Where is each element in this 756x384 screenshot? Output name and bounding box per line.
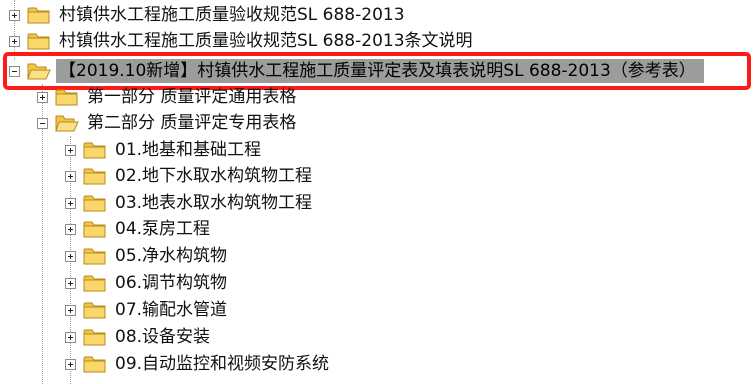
folder-icon	[83, 168, 106, 185]
expand-toggle-icon[interactable]	[65, 277, 76, 289]
tree-item-02[interactable]: 02.地下水取水构筑物工程	[65, 163, 315, 189]
expand-toggle-icon[interactable]	[65, 250, 76, 262]
folder-icon	[83, 248, 106, 265]
expand-toggle-icon[interactable]	[9, 35, 20, 47]
tree-item-label: 01.地基和基础工程	[115, 140, 262, 160]
folder-icon	[83, 195, 106, 212]
folder-icon	[83, 142, 106, 159]
tree-item-05[interactable]: 05.净水构筑物	[65, 243, 230, 269]
tree-item-label: 04.泵房工程	[115, 219, 211, 239]
folder-icon	[27, 33, 50, 50]
tree-item-part-one[interactable]: 第一部分 质量评定通用表格	[37, 84, 299, 110]
tree-item-label: 03.地表水取水构筑物工程	[115, 193, 313, 213]
folder-icon	[55, 89, 78, 106]
folder-icon	[83, 356, 106, 373]
expand-toggle-icon[interactable]	[9, 9, 20, 21]
tree-item-08[interactable]: 08.设备安装	[65, 324, 213, 350]
tree-item-label: 【2019.10新增】村镇供水工程施工质量评定表及填表说明SL 688-2013…	[56, 59, 704, 83]
expand-toggle-icon[interactable]	[65, 331, 76, 343]
folder-icon	[83, 221, 106, 238]
tree-item-04[interactable]: 04.泵房工程	[65, 216, 213, 242]
expand-toggle-icon[interactable]	[37, 91, 48, 103]
tree-item-label: 村镇供水工程施工质量验收规范SL 688-2013	[59, 5, 405, 25]
expand-toggle-icon[interactable]	[65, 223, 76, 235]
tree-item-01[interactable]: 01.地基和基础工程	[65, 137, 264, 163]
tree-item-part-two[interactable]: 第二部分 质量评定专用表格	[37, 110, 299, 136]
expand-toggle-icon[interactable]	[65, 304, 76, 316]
folder-open-icon	[55, 115, 79, 132]
tree-item-label: 村镇供水工程施工质量验收规范SL 688-2013条文说明	[59, 31, 473, 51]
folder-tree: 村镇供水工程施工质量验收规范SL 688-2013 村镇供水工程施工质量验收规范…	[0, 0, 756, 384]
expand-toggle-icon[interactable]	[65, 358, 76, 370]
expand-toggle-icon[interactable]	[65, 170, 76, 182]
folder-icon	[83, 329, 106, 346]
tree-item-label: 08.设备安装	[115, 327, 211, 347]
tree-item-label: 第二部分 质量评定专用表格	[87, 113, 297, 133]
expand-toggle-icon[interactable]	[65, 197, 76, 209]
collapse-toggle-icon[interactable]	[9, 65, 20, 77]
tree-item-06[interactable]: 06.调节构筑物	[65, 270, 230, 296]
folder-icon	[83, 275, 106, 292]
tree-item-label: 第一部分 质量评定通用表格	[87, 87, 297, 107]
tree-item-label: 05.净水构筑物	[115, 246, 228, 266]
expand-toggle-icon[interactable]	[65, 144, 76, 156]
folder-open-icon	[27, 63, 51, 80]
folder-icon	[27, 7, 50, 24]
tree-item-label: 06.调节构筑物	[115, 273, 228, 293]
tree-item-label: 09.自动监控和视频安防系统	[115, 354, 330, 374]
tree-item-sl688-2013[interactable]: 村镇供水工程施工质量验收规范SL 688-2013	[9, 2, 408, 28]
tree-item-07[interactable]: 07.输配水管道	[65, 297, 230, 323]
tree-item-quality-assessment-tables[interactable]: 【2019.10新增】村镇供水工程施工质量评定表及填表说明SL 688-2013…	[9, 58, 704, 84]
tree-item-label: 02.地下水取水构筑物工程	[115, 166, 313, 186]
tree-item-sl688-2013-commentary[interactable]: 村镇供水工程施工质量验收规范SL 688-2013条文说明	[9, 28, 476, 54]
folder-icon	[83, 302, 106, 319]
tree-item-03[interactable]: 03.地表水取水构筑物工程	[65, 190, 315, 216]
collapse-toggle-icon[interactable]	[37, 117, 48, 129]
tree-item-09[interactable]: 09.自动监控和视频安防系统	[65, 351, 332, 377]
tree-item-label: 07.输配水管道	[115, 300, 228, 320]
